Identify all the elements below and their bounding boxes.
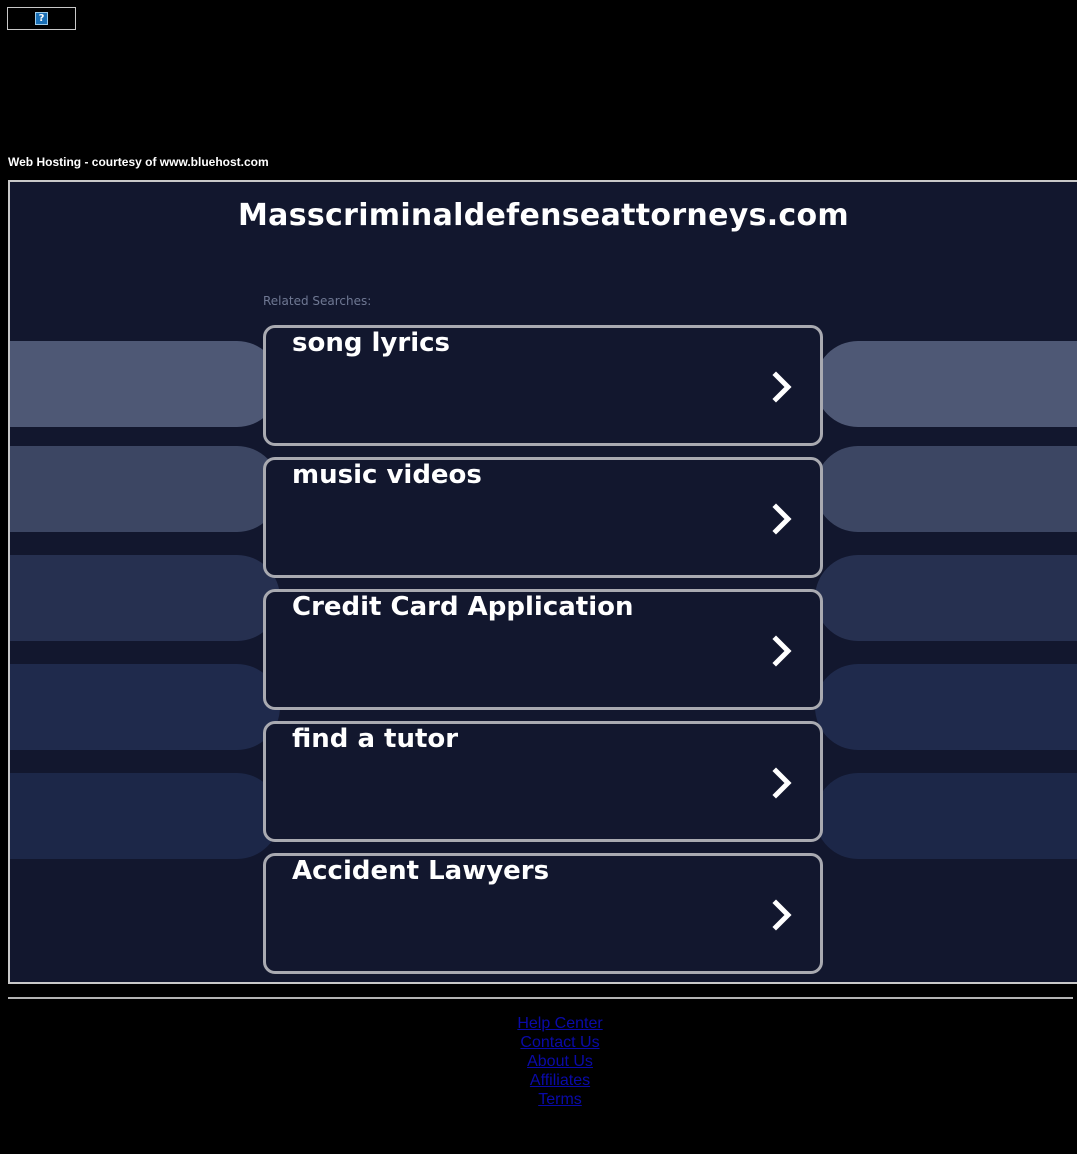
related-searches-label: Related Searches:: [263, 294, 372, 308]
related-search-find-a-tutor[interactable]: find a tutor: [263, 721, 823, 842]
broken-image-icon: ?: [35, 12, 48, 25]
decor-pill: [10, 341, 280, 427]
domain-title: Masscriminaldefenseattorneys.com: [238, 198, 849, 233]
decor-pill: [10, 773, 280, 859]
related-search-music-videos[interactable]: music videos: [263, 457, 823, 578]
chevron-right-icon: [772, 635, 792, 667]
decor-pill: [815, 664, 1077, 750]
footer-link-affiliates[interactable]: Affiliates: [0, 1071, 1077, 1090]
related-search-song-lyrics[interactable]: song lyrics: [263, 325, 823, 446]
footer-link-terms[interactable]: Terms: [0, 1090, 1077, 1109]
related-search-credit-card-application[interactable]: Credit Card Application: [263, 589, 823, 710]
chevron-right-icon: [772, 503, 792, 535]
footer-divider: [8, 997, 1073, 999]
related-search-label: find a tutor: [292, 724, 459, 754]
related-search-label: song lyrics: [292, 328, 450, 358]
footer-links: Help Center Contact Us About Us Affiliat…: [0, 1014, 1077, 1109]
footer-link-help-center[interactable]: Help Center: [0, 1014, 1077, 1033]
chevron-right-icon: [772, 371, 792, 403]
related-search-accident-lawyers[interactable]: Accident Lawyers: [263, 853, 823, 974]
top-ad-banner[interactable]: ?: [7, 7, 76, 30]
decor-pill: [10, 555, 280, 641]
decor-pill: [815, 341, 1077, 427]
decor-pill: [815, 446, 1077, 532]
related-search-label: Credit Card Application: [292, 592, 634, 622]
decor-pill: [10, 446, 280, 532]
footer-link-about-us[interactable]: About Us: [0, 1052, 1077, 1071]
hosting-credit-text: Web Hosting - courtesy of www.bluehost.c…: [8, 155, 269, 169]
chevron-right-icon: [772, 899, 792, 931]
decor-pill: [815, 555, 1077, 641]
related-search-label: Accident Lawyers: [292, 856, 550, 886]
decor-pill: [815, 773, 1077, 859]
parked-domain-panel: Masscriminaldefenseattorneys.com Related…: [8, 180, 1077, 984]
chevron-right-icon: [772, 767, 792, 799]
footer-link-contact-us[interactable]: Contact Us: [0, 1033, 1077, 1052]
related-search-label: music videos: [292, 460, 482, 490]
decor-pill: [10, 664, 280, 750]
